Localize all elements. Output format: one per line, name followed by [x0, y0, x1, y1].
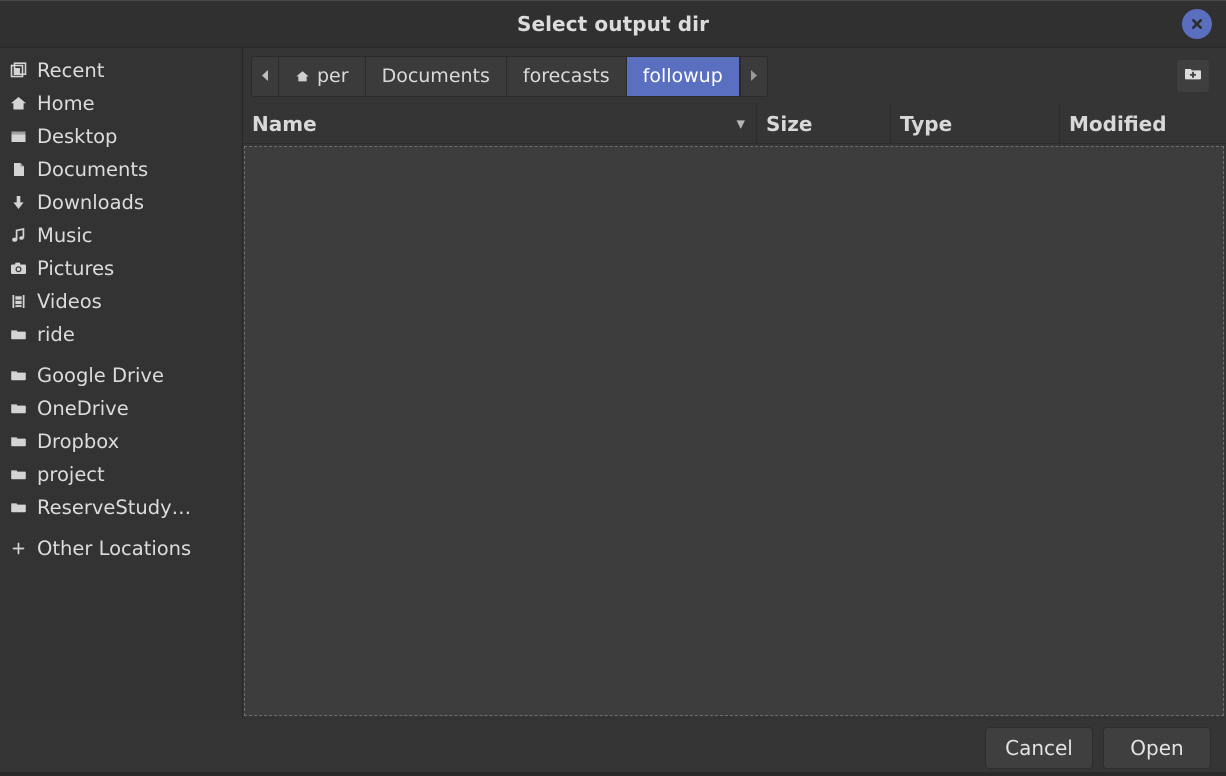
home-icon [295, 69, 310, 84]
column-header-label: Type [900, 111, 953, 136]
column-header-size[interactable]: Size [757, 104, 891, 143]
column-header-label: Size [766, 111, 813, 136]
breadcrumb-scroll-left[interactable] [252, 56, 279, 96]
breadcrumb: per Documents forecasts followup [251, 55, 768, 97]
sidebar-item-ride[interactable]: ride [0, 318, 242, 351]
plus-icon [9, 540, 27, 558]
sidebar-item-label: Pictures [37, 257, 115, 280]
column-header-type[interactable]: Type [891, 104, 1060, 143]
column-header-label: Name [252, 111, 317, 136]
folder-icon [9, 433, 27, 451]
column-header-name[interactable]: Name ▼ [243, 104, 757, 143]
file-chooser-dialog: Select output dir Recent Home Desktop Do… [0, 0, 1226, 776]
folder-icon [9, 466, 27, 484]
places-sidebar[interactable]: Recent Home Desktop Documents Downloads … [0, 48, 243, 718]
open-button[interactable]: Open [1103, 726, 1211, 769]
create-folder-button[interactable] [1176, 59, 1210, 93]
folder-icon [9, 499, 27, 517]
sidebar-separator [0, 524, 242, 532]
file-list-header: Name ▼ Size Type Modified [243, 104, 1226, 144]
sidebar-item-label: Home [37, 92, 95, 115]
breadcrumb-item-forecasts[interactable]: forecasts [506, 56, 627, 96]
breadcrumb-label: per [317, 65, 349, 87]
chevron-right-icon [749, 67, 759, 86]
sidebar-item-google-drive[interactable]: Google Drive [0, 359, 242, 392]
new-folder-icon [1183, 64, 1203, 88]
cancel-button[interactable]: Cancel [985, 726, 1093, 769]
folder-icon [9, 367, 27, 385]
folder-icon [9, 400, 27, 418]
music-icon [9, 227, 27, 245]
sidebar-item-label: Downloads [37, 191, 145, 214]
sidebar-item-label: Desktop [37, 125, 118, 148]
home-icon [9, 95, 27, 113]
breadcrumb-label: Documents [381, 65, 490, 87]
breadcrumb-item-documents[interactable]: Documents [365, 56, 507, 96]
path-bar: per Documents forecasts followup [243, 48, 1226, 104]
pictures-icon [9, 260, 27, 278]
window-bottom-edge [0, 772, 1226, 776]
dialog-footer: Cancel Open [0, 718, 1226, 776]
sidebar-item-downloads[interactable]: Downloads [0, 186, 242, 219]
chevron-left-icon [260, 67, 270, 86]
sidebar-item-pictures[interactable]: Pictures [0, 252, 242, 285]
breadcrumb-label: forecasts [522, 65, 610, 87]
close-button[interactable] [1182, 9, 1212, 39]
title-bar: Select output dir [0, 1, 1226, 48]
close-icon [1189, 16, 1205, 32]
dialog-body: Recent Home Desktop Documents Downloads … [0, 48, 1226, 718]
column-header-modified[interactable]: Modified [1060, 104, 1226, 143]
sidebar-item-label: Dropbox [37, 430, 120, 453]
sidebar-item-onedrive[interactable]: OneDrive [0, 392, 242, 425]
sidebar-item-label: ride [37, 323, 75, 346]
download-icon [9, 194, 27, 212]
sidebar-item-label: Recent [37, 59, 105, 82]
sidebar-item-label: Videos [37, 290, 102, 313]
sidebar-item-music[interactable]: Music [0, 219, 242, 252]
breadcrumb-scroll-right[interactable] [739, 56, 767, 96]
video-icon [9, 293, 27, 311]
sidebar-item-label: OneDrive [37, 397, 129, 420]
recent-icon [9, 62, 27, 80]
sidebar-item-home[interactable]: Home [0, 87, 242, 120]
document-icon [9, 161, 27, 179]
sidebar-item-documents[interactable]: Documents [0, 153, 242, 186]
sidebar-item-dropbox[interactable]: Dropbox [0, 425, 242, 458]
sidebar-item-label: Other Locations [37, 537, 192, 560]
sidebar-item-recent[interactable]: Recent [0, 54, 242, 87]
file-list-wrapper [243, 144, 1226, 718]
folder-icon [9, 326, 27, 344]
sidebar-item-videos[interactable]: Videos [0, 285, 242, 318]
browser-pane: per Documents forecasts followup Name ▼ … [243, 48, 1226, 718]
sort-indicator-icon: ▼ [736, 117, 745, 130]
sidebar-item-other-locations[interactable]: Other Locations [0, 532, 242, 565]
sidebar-separator [0, 351, 242, 359]
breadcrumb-label: followup [642, 65, 723, 87]
sidebar-item-label: Google Drive [37, 364, 164, 387]
sidebar-item-label: ReserveStudy… [37, 496, 192, 519]
dialog-title: Select output dir [516, 12, 710, 36]
sidebar-item-label: Music [37, 224, 93, 247]
breadcrumb-item-per[interactable]: per [279, 56, 366, 96]
sidebar-item-reservestudy[interactable]: ReserveStudy… [0, 491, 242, 524]
sidebar-item-project[interactable]: project [0, 458, 242, 491]
sidebar-item-desktop[interactable]: Desktop [0, 120, 242, 153]
sidebar-item-label: project [37, 463, 105, 486]
breadcrumb-item-followup[interactable]: followup [626, 56, 740, 96]
desktop-icon [9, 128, 27, 146]
column-header-label: Modified [1069, 111, 1167, 136]
file-list[interactable] [244, 146, 1224, 716]
sidebar-item-label: Documents [37, 158, 149, 181]
